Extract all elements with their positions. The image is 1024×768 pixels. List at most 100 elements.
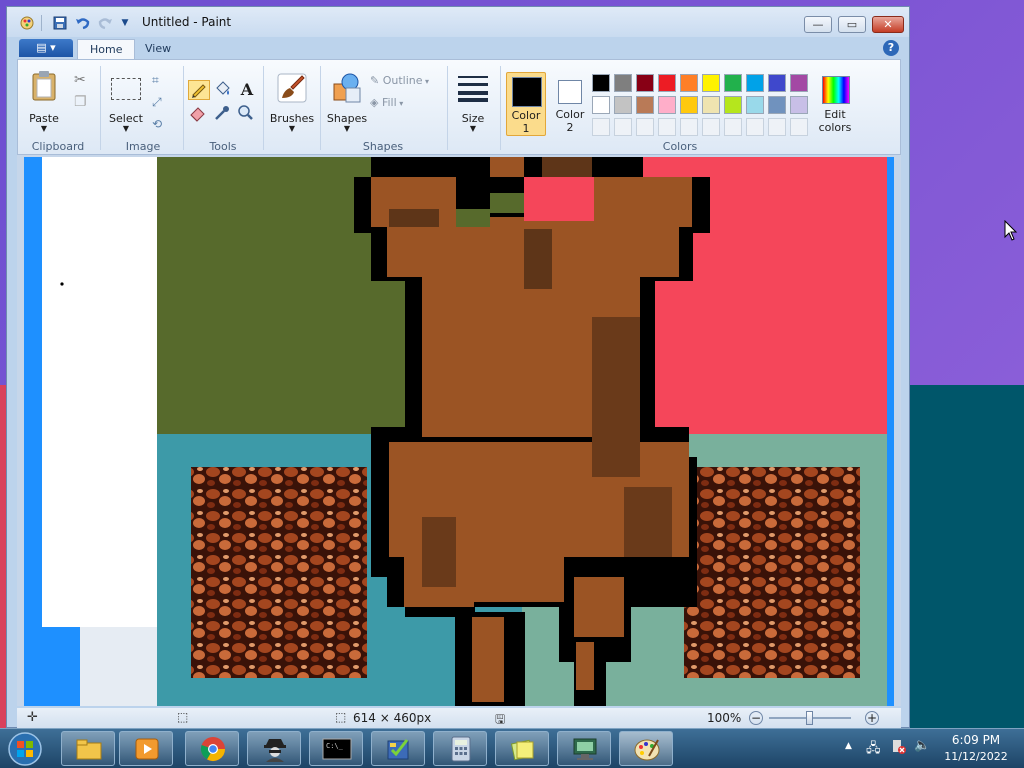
custom-color-slot[interactable] [680,118,698,136]
color2-button[interactable]: Color 2 [550,72,590,136]
redo-icon[interactable] [97,15,113,31]
group-separator [447,66,448,150]
palette-swatch[interactable] [614,74,632,92]
palette-swatch[interactable] [790,74,808,92]
customize-quick-access-icon[interactable]: ▼ [117,15,133,31]
eyedropper-icon [215,106,229,120]
palette-swatch[interactable] [592,96,610,114]
palette-swatch[interactable] [680,96,698,114]
custom-color-slot[interactable] [702,118,720,136]
palette-swatch[interactable] [658,96,676,114]
magnifier-tool[interactable] [236,104,258,124]
undo-icon[interactable] [75,15,91,31]
clock-time[interactable]: 6:09 PM [943,733,1009,747]
color-picker-tool[interactable] [212,104,234,124]
paint-menu-button[interactable]: ▤ ▾ [19,39,73,57]
color1-swatch [512,77,542,107]
palette-swatch[interactable] [658,74,676,92]
palette-swatch[interactable] [746,74,764,92]
paste-button[interactable]: Paste ▼ [24,66,64,136]
palette-swatch[interactable] [768,96,786,114]
group-separator [183,66,184,150]
copy-icon[interactable]: ❐ [74,94,87,110]
volume-icon[interactable]: 🔈 [914,738,930,753]
zoom-level-text: 100% [707,711,742,725]
pencil-tool[interactable] [188,80,210,100]
start-button[interactable] [3,731,47,767]
help-icon[interactable]: ? [883,40,899,56]
taskbar-sticky-notes-button[interactable] [495,731,549,766]
text-tool-icon[interactable]: A [236,80,258,100]
color1-button[interactable]: Color 1 [506,72,546,136]
palette-swatch[interactable] [768,74,786,92]
custom-color-slot[interactable] [614,118,632,136]
zoom-slider[interactable] [769,711,851,725]
palette-swatch[interactable] [790,96,808,114]
paste-dropdown-icon: ▼ [40,124,48,133]
palette-swatch[interactable] [614,96,632,114]
palette-swatch[interactable] [746,96,764,114]
zoom-slider-thumb[interactable] [806,711,813,725]
palette-swatch[interactable] [702,96,720,114]
crop-icon[interactable]: ⌗ [152,72,159,88]
network-icon[interactable]: 🖧 [866,739,881,761]
zoom-out-button[interactable]: − [749,711,763,725]
palette-swatch[interactable] [724,74,742,92]
palette-swatch[interactable] [636,74,654,92]
fill-button[interactable]: ◈ Fill ▾ [370,96,403,112]
drawing-canvas[interactable] [24,157,894,706]
tools-group-label: Tools [209,140,237,153]
custom-color-slot[interactable] [768,118,786,136]
size-button[interactable]: Size ▼ [452,66,494,136]
close-button[interactable]: ✕ [872,16,904,33]
save-icon[interactable] [52,15,68,31]
custom-color-slot[interactable] [724,118,742,136]
taskbar-explorer-button[interactable] [61,731,115,766]
eraser-tool[interactable] [188,104,210,124]
custom-color-slot[interactable] [636,118,654,136]
taskbar-remote-desktop-button[interactable] [557,731,611,766]
tab-view[interactable]: View [133,39,183,59]
show-hidden-icons-button[interactable]: ▲ [845,741,852,751]
brushes-button[interactable]: Brushes ▼ [268,66,316,136]
magnifier-icon [238,105,253,120]
shapes-button[interactable]: Shapes ▼ [324,66,370,136]
palette-swatch[interactable] [680,74,698,92]
taskbar-paint-button[interactable] [619,731,673,766]
palette-swatch[interactable] [636,96,654,114]
palette-swatch[interactable] [702,74,720,92]
action-center-icon[interactable] [891,739,907,758]
edit-colors-button[interactable]: Edit colors [814,72,856,136]
image-size-text: 614 × 460px [353,711,432,725]
select-button[interactable]: Select ▼ [106,66,146,136]
taskbar-cmd-button[interactable]: C:\_ [309,731,363,766]
zoom-in-button[interactable]: + [865,711,879,725]
folder-icon [76,739,102,760]
group-separator [500,66,501,150]
minimize-button[interactable]: — [804,16,832,33]
brush-icon [277,73,307,103]
palette-swatch[interactable] [592,74,610,92]
taskbar-spy-app-button[interactable] [247,731,301,766]
canvas-image [24,157,894,706]
rotate-icon[interactable]: ⟲ [152,116,162,132]
cut-icon[interactable]: ✂ [74,72,86,88]
custom-color-slot[interactable] [658,118,676,136]
resize-icon[interactable]: ⤢ [152,94,162,110]
taskbar-tasklist-button[interactable] [371,731,425,766]
taskbar-media-player-button[interactable] [119,731,173,766]
image-size-icon: ⬚ [335,710,347,724]
custom-color-slot[interactable] [746,118,764,136]
taskbar-chrome-button[interactable] [185,731,239,766]
fill-tool[interactable] [212,80,234,100]
custom-color-slot[interactable] [790,118,808,136]
tab-home[interactable]: Home [77,39,136,59]
custom-color-slot[interactable] [592,118,610,136]
maximize-button[interactable]: ▭ [838,16,866,33]
taskbar-calculator-button[interactable] [433,731,487,766]
palette-swatch[interactable] [724,96,742,114]
status-bar: ✛ ⬚ ⬚ 614 × 460px 🖫 100% − + [17,708,901,728]
paint-app-icon[interactable] [19,15,35,31]
clock-date[interactable]: 11/12/2022 [943,750,1009,763]
outline-button[interactable]: ✎ Outline ▾ [370,74,429,90]
